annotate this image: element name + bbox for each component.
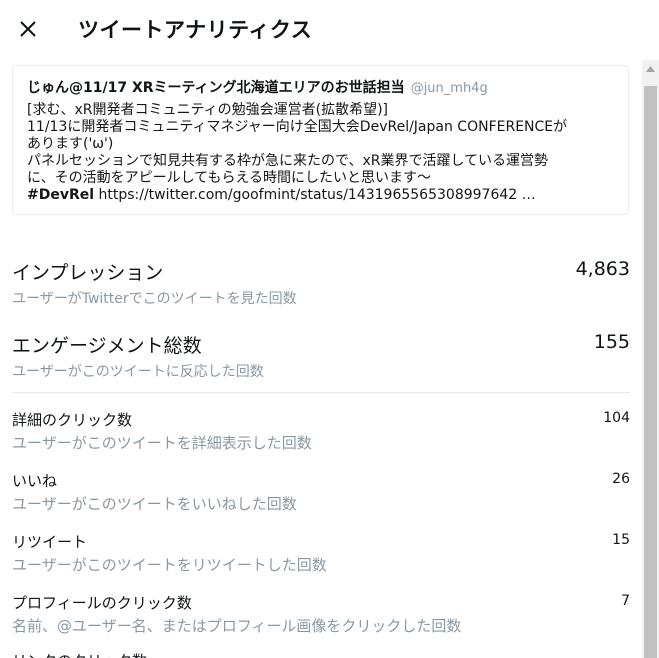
tweet-text-line: パネルセッションで知見共有する枠が急に来たので、xR業界で活躍している運営勢 (27, 153, 549, 169)
chevron-up-icon (646, 65, 655, 72)
metric-label: リツイート (12, 533, 88, 551)
metric-value: 104 (603, 410, 630, 426)
metric-description: ユーザーがTwitterでこのツイートを見た回数 (12, 291, 297, 307)
metric-value: 7 (621, 593, 630, 609)
tweet-text-line: [求む、xR開発者コミュニティの勉強会運営者(拡散希望)] (27, 102, 389, 118)
tweet-link[interactable]: https://twitter.com/goofmint/status/1431… (94, 187, 535, 203)
metric-value: 15 (612, 532, 630, 548)
metric-description: ユーザーがこのツイートに反応した回数 (12, 364, 264, 380)
page-title: ツイートアナリティクス (78, 18, 313, 42)
tweet-text-line: #DevRel https://twitter.com/goofmint/sta… (27, 187, 614, 204)
metric-label: いいね (12, 472, 58, 490)
metric-label: エンゲージメント総数 (12, 335, 202, 357)
tweet-hashtag[interactable]: #DevRel (27, 187, 94, 203)
divider (12, 392, 630, 393)
metric-label: インプレッション (12, 262, 164, 284)
metric-likes: いいね 26 ユーザーがこのツイートをいいねした回数 (12, 470, 630, 514)
tweet-author-name: じゅん@11/17 XRミーティング北海道エリアのお世話担当 (27, 80, 405, 96)
metric-value: 155 (593, 331, 630, 353)
scrollbar-thumb[interactable] (644, 86, 657, 658)
metric-impressions: インプレッション 4,863 ユーザーがTwitterでこのツイートを見た回数 (12, 258, 630, 308)
tweet-author: じゅん@11/17 XRミーティング北海道エリアのお世話担当 @jun_mh4g (27, 77, 614, 97)
tweet-author-handle: @jun_mh4g (410, 81, 488, 96)
metric-engagements: エンゲージメント総数 155 ユーザーがこのツイートに反応した回数 (12, 331, 630, 381)
tweet-card[interactable]: じゅん@11/17 XRミーティング北海道エリアのお世話担当 @jun_mh4g … (12, 65, 629, 215)
metric-value: 4,863 (575, 258, 630, 280)
close-button[interactable] (10, 11, 46, 47)
metric-label: リンクのクリック数 (12, 650, 147, 658)
metric-description: ユーザーがこのツイートを詳細表示した回数 (12, 434, 312, 452)
metric-description: ユーザーがこのツイートをリツイートした回数 (12, 556, 327, 574)
scroll-up-button[interactable] (642, 60, 659, 77)
metric-retweets: リツイート 15 ユーザーがこのツイートをリツイートした回数 (12, 531, 630, 575)
metric-profile-clicks: プロフィールのクリック数 7 名前、@ユーザー名、またはプロフィール画像をクリッ… (12, 592, 630, 636)
metric-detail-clicks: 詳細のクリック数 104 ユーザーがこのツイートを詳細表示した回数 (12, 409, 630, 453)
tweet-text-line: 11/13に開発者コミュニティマネジャー向け全国大会DevRel/Japan C… (27, 119, 568, 135)
tweet-text-line: あります('ω') (27, 136, 114, 152)
scrollbar[interactable] (642, 60, 659, 658)
modal-header: ツイートアナリティクス (0, 0, 659, 58)
metric-description: 名前、@ユーザー名、またはプロフィール画像をクリックした回数 (12, 617, 462, 635)
metric-value: 26 (612, 471, 630, 487)
metric-description: ユーザーがこのツイートをいいねした回数 (12, 495, 297, 513)
metric-label: 詳細のクリック数 (12, 411, 133, 429)
close-icon (20, 21, 36, 37)
tweet-text-line: に、その活動をアピールしてもらえる時間にしたいと思います～ (27, 170, 432, 186)
metric-label: プロフィールのクリック数 (12, 594, 192, 612)
